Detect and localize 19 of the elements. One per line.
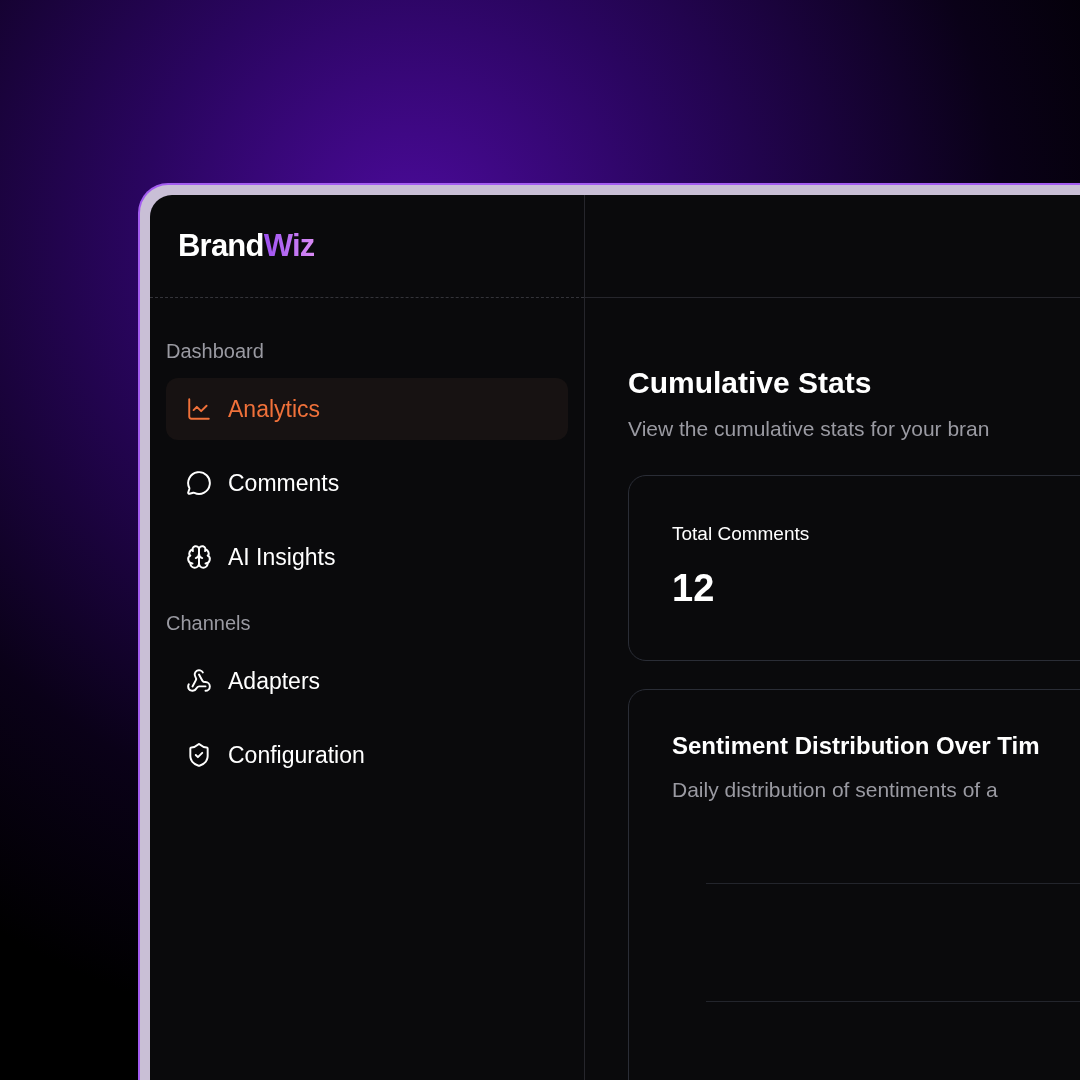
page-title: Cumulative Stats: [628, 365, 873, 401]
nav-item[interactable]: Adapters: [166, 650, 568, 712]
webhook-icon: [186, 668, 212, 694]
section-heading: Dashboard: [166, 339, 265, 364]
nav-item[interactable]: Configuration: [166, 724, 568, 786]
chart-title: Sentiment Distribution Over Tim: [672, 730, 1041, 761]
shield-check-icon: [186, 742, 212, 768]
nav-item[interactable]: AI Insights: [166, 526, 568, 588]
page-subtitle: View the cumulative stats for your bran: [628, 416, 991, 442]
chart-subtitle: Daily distribution of sentiments of a: [672, 776, 999, 803]
logo-text: Brand: [178, 226, 264, 265]
nav-item[interactable]: Analytics: [166, 378, 568, 440]
stat-value: 12: [672, 566, 716, 611]
nav-item[interactable]: Comments: [166, 452, 568, 514]
section-heading: Channels: [166, 611, 252, 636]
speech-bubble-icon: [186, 470, 212, 496]
chart-line-icon: [186, 396, 212, 422]
stat-label: Total Comments: [672, 521, 811, 546]
brain-icon: [186, 544, 212, 570]
